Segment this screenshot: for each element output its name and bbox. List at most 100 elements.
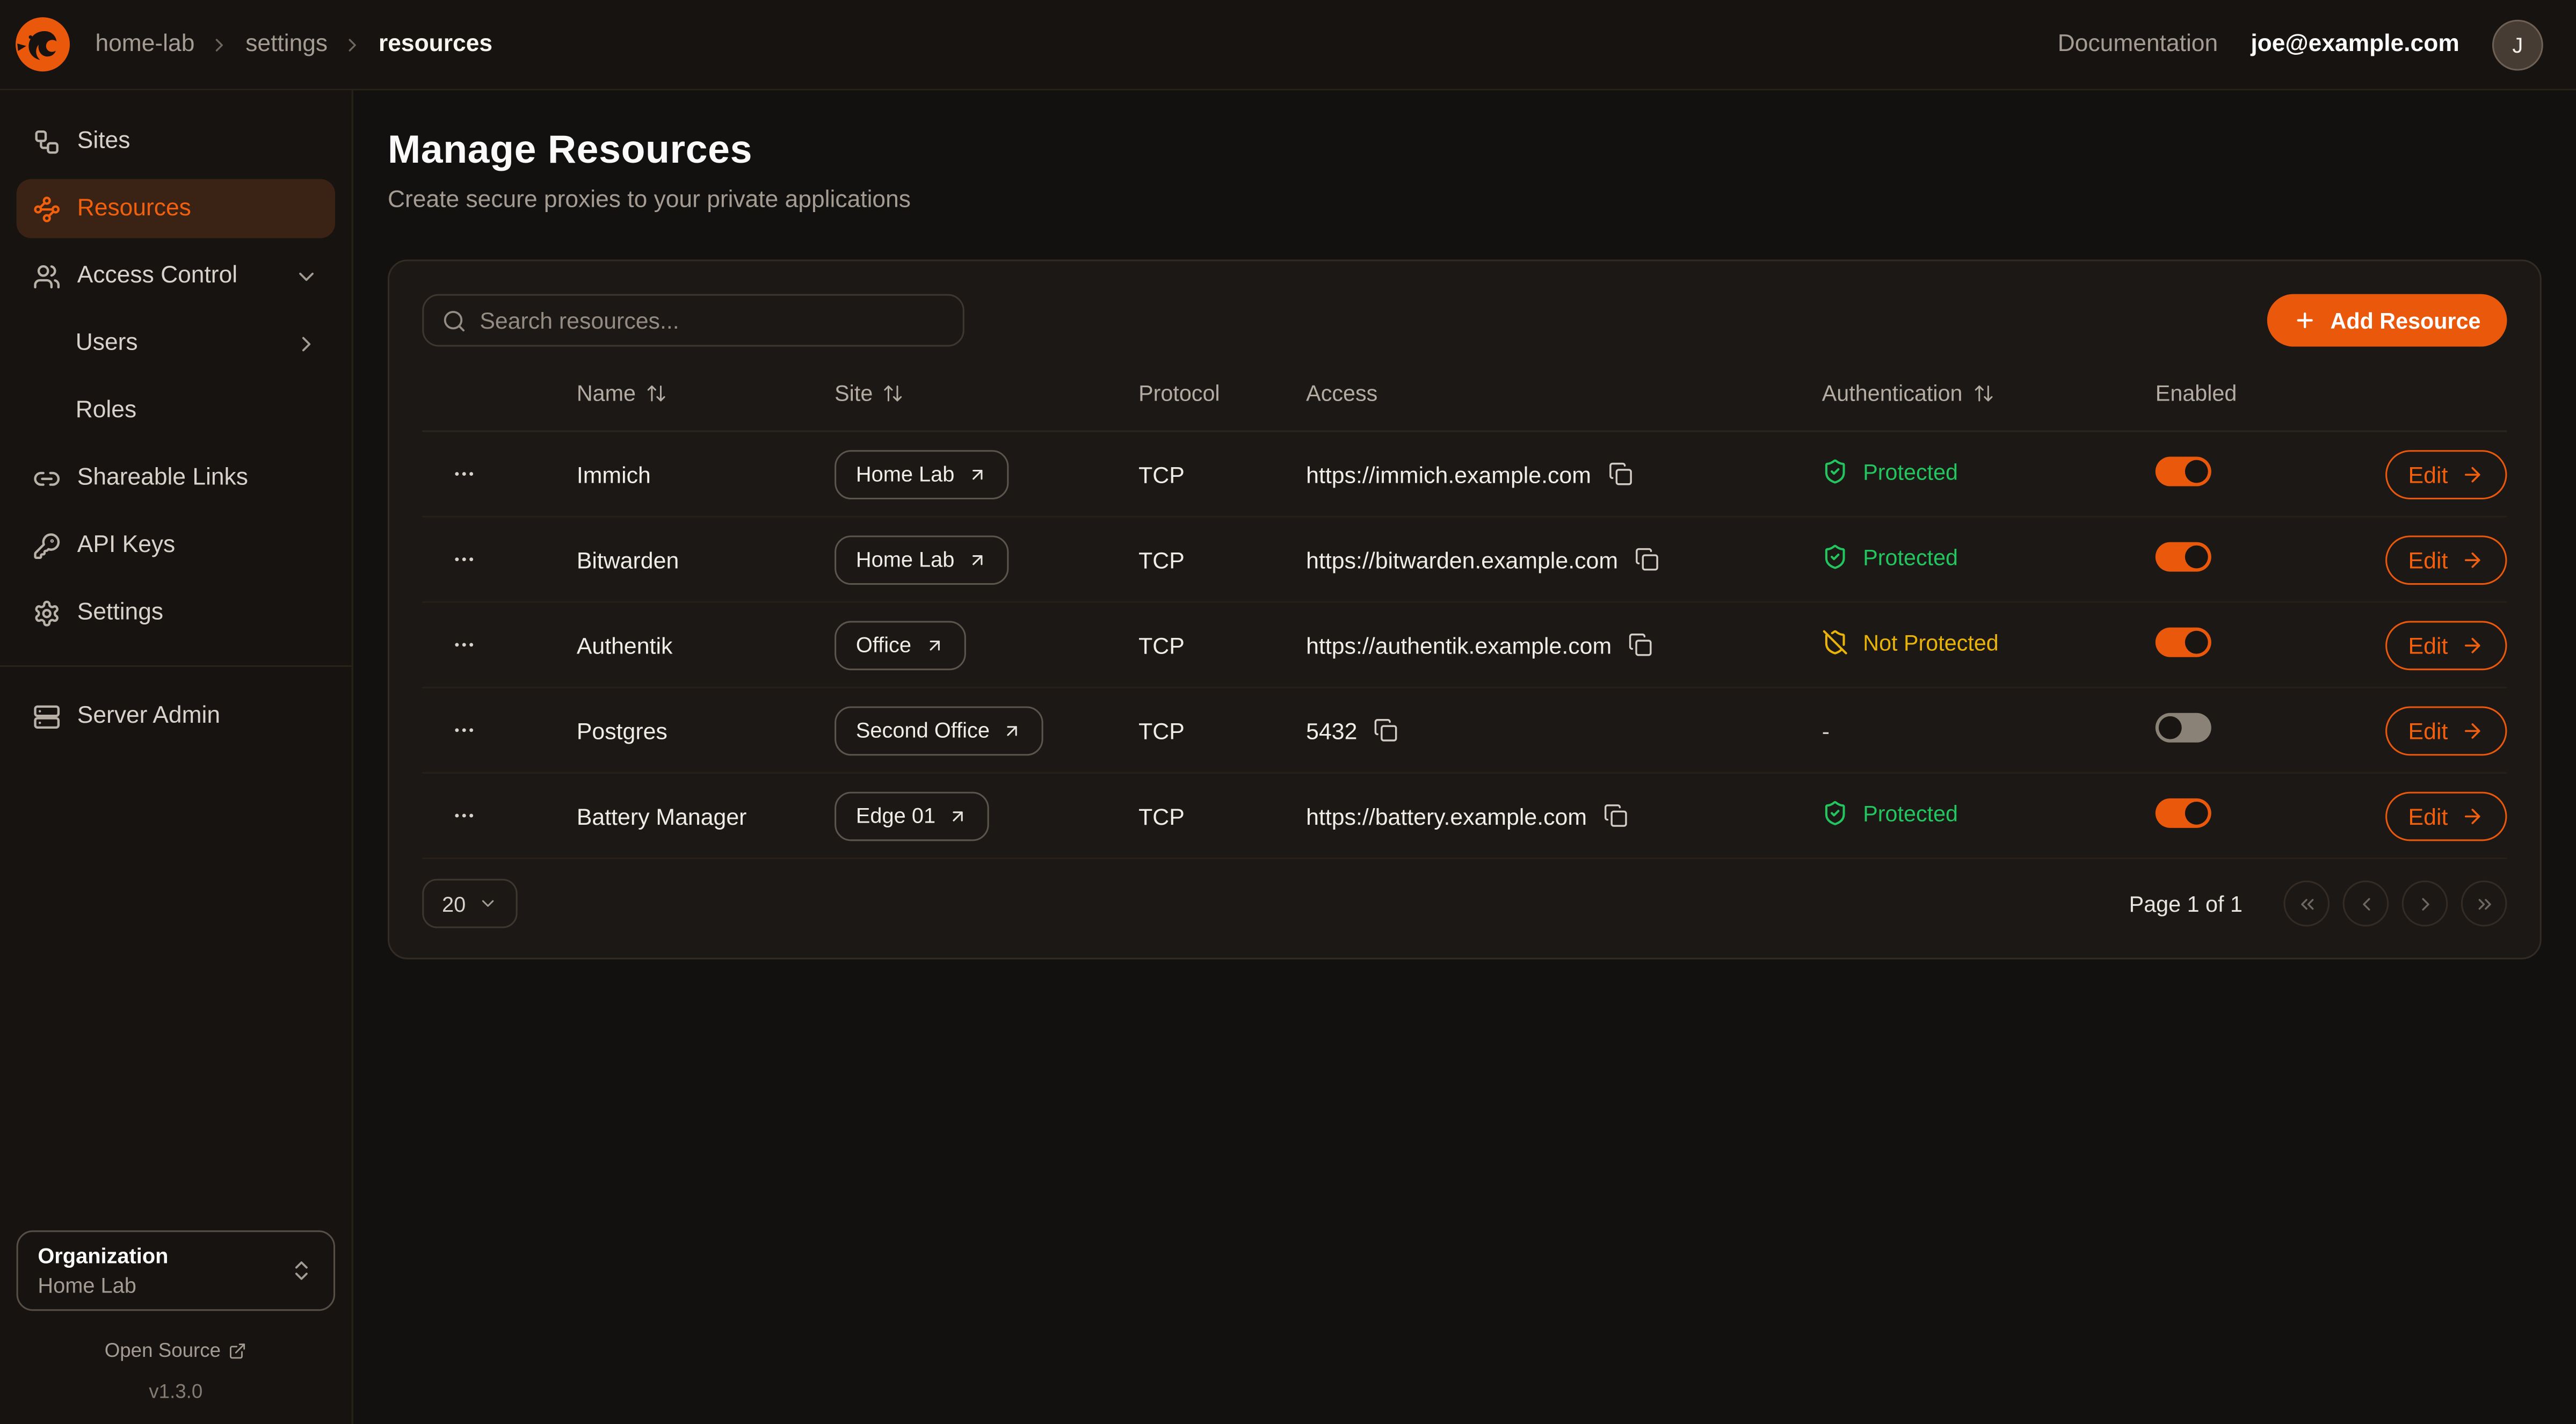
open-source-link[interactable]: Open Source	[105, 1339, 247, 1362]
arrow-up-right-icon	[968, 464, 988, 484]
column-header-access: Access	[1306, 381, 1377, 406]
breadcrumb-settings[interactable]: settings	[245, 31, 328, 57]
sidebar-item-label: API Keys	[77, 532, 175, 558]
column-header-enabled: Enabled	[2156, 380, 2237, 405]
sidebar-item-users[interactable]: Users	[17, 314, 336, 373]
next-page-button[interactable]	[2402, 881, 2448, 927]
edit-button[interactable]: Edit	[2385, 706, 2507, 755]
resource-protocol: TCP	[1138, 461, 1306, 487]
sidebar-divider	[0, 665, 352, 667]
arrow-right-icon	[2461, 718, 2484, 742]
page-subtitle: Create secure proxies to your private ap…	[388, 187, 2542, 214]
copy-access-button[interactable]	[1372, 716, 1400, 744]
column-header-name[interactable]: Name	[577, 380, 667, 405]
shield-check-icon	[1822, 544, 1848, 570]
sort-icon	[645, 382, 667, 403]
first-page-button[interactable]	[2283, 881, 2330, 927]
previous-page-button[interactable]	[2343, 881, 2389, 927]
breadcrumb: home-lab settings resources	[95, 31, 492, 57]
arrow-up-right-icon	[925, 635, 945, 655]
site-link[interactable]: Home Lab	[835, 535, 1008, 584]
chevron-right-icon	[343, 34, 364, 55]
sidebar: Sites Resources Access Control Users Rol…	[0, 90, 353, 1424]
enabled-toggle[interactable]	[2156, 542, 2211, 572]
enabled-toggle[interactable]	[2156, 456, 2211, 486]
user-email[interactable]: joe@example.com	[2251, 31, 2459, 57]
breadcrumb-org[interactable]: home-lab	[95, 31, 194, 57]
ellipsis-icon	[452, 802, 476, 827]
copy-icon	[1628, 633, 1653, 657]
row-menu-button[interactable]	[448, 799, 480, 830]
sidebar-item-sites[interactable]: Sites	[17, 112, 336, 171]
copy-access-button[interactable]	[1627, 631, 1655, 659]
row-menu-button[interactable]	[448, 714, 480, 745]
pagination: 20 Page 1 of 1	[422, 879, 2507, 928]
search-box	[422, 294, 964, 347]
organization-selector[interactable]: Organization Home Lab	[17, 1230, 336, 1311]
last-page-button[interactable]	[2461, 881, 2507, 927]
pangolin-logo-icon[interactable]	[13, 15, 72, 74]
documentation-link[interactable]: Documentation	[2058, 31, 2218, 57]
enabled-toggle[interactable]	[2156, 713, 2211, 743]
chevrons-left-icon	[2296, 893, 2317, 914]
copy-icon	[1603, 803, 1628, 828]
table-header: Name Site Protocol Access Authentication…	[422, 357, 2507, 432]
topbar: home-lab settings resources Documentatio…	[0, 0, 2576, 90]
chevron-right-icon	[209, 34, 231, 55]
chevron-down-icon	[294, 264, 319, 288]
ellipsis-icon	[452, 461, 476, 485]
sidebar-item-api-keys[interactable]: API Keys	[17, 516, 336, 575]
resource-name: Battery Manager	[577, 802, 835, 829]
resource-access-url: https://immich.example.com	[1306, 461, 1591, 487]
chevron-right-icon	[2414, 893, 2436, 914]
sidebar-item-server-admin[interactable]: Server Admin	[17, 687, 336, 746]
sidebar-item-resources[interactable]: Resources	[17, 179, 336, 238]
chevron-right-icon	[294, 331, 319, 355]
arrow-up-right-icon	[1003, 721, 1022, 740]
auth-status-badge: Protected	[1822, 459, 1958, 485]
sidebar-item-roles[interactable]: Roles	[17, 381, 336, 440]
site-link[interactable]: Home Lab	[835, 449, 1008, 499]
resources-card: Add Resource Name Site Protocol Access A…	[388, 259, 2542, 959]
copy-access-button[interactable]	[1602, 802, 1630, 830]
resource-protocol: TCP	[1138, 802, 1306, 829]
sort-icon	[1972, 382, 1994, 403]
sidebar-item-label: Settings	[77, 600, 163, 626]
table-row: Bitwarden Home Lab TCP https://bitwarden…	[422, 518, 2507, 603]
waypoints-icon	[33, 195, 61, 223]
enabled-toggle[interactable]	[2156, 798, 2211, 828]
resource-name: Postgres	[577, 717, 835, 743]
site-link[interactable]: Second Office	[835, 706, 1044, 755]
key-icon	[33, 532, 61, 560]
sidebar-item-label: Users	[76, 330, 138, 357]
arrow-right-icon	[2461, 804, 2484, 827]
row-menu-button[interactable]	[448, 457, 480, 489]
edit-button[interactable]: Edit	[2385, 791, 2507, 840]
copy-access-button[interactable]	[1633, 546, 1661, 573]
enabled-toggle[interactable]	[2156, 628, 2211, 657]
column-header-site[interactable]: Site	[835, 380, 904, 405]
arrow-right-icon	[2461, 633, 2484, 656]
shield-check-icon	[1822, 800, 1848, 826]
gear-icon	[33, 599, 61, 627]
sidebar-item-access-control[interactable]: Access Control	[17, 246, 336, 306]
site-link[interactable]: Edge 01	[835, 791, 990, 840]
sidebar-item-shareable-links[interactable]: Shareable Links	[17, 448, 336, 507]
edit-button[interactable]: Edit	[2385, 620, 2507, 670]
page-size-select[interactable]: 20	[422, 879, 518, 928]
sidebar-item-settings[interactable]: Settings	[17, 583, 336, 642]
add-resource-button[interactable]: Add Resource	[2268, 294, 2507, 347]
edit-button[interactable]: Edit	[2385, 535, 2507, 584]
row-menu-button[interactable]	[448, 628, 480, 659]
avatar-initial: J	[2512, 32, 2523, 57]
users-icon	[33, 262, 61, 290]
row-menu-button[interactable]	[448, 543, 480, 574]
search-input[interactable]	[480, 307, 945, 333]
edit-button[interactable]: Edit	[2385, 449, 2507, 499]
chevrons-right-icon	[2473, 893, 2495, 914]
avatar[interactable]: J	[2492, 19, 2543, 70]
site-link[interactable]: Office	[835, 620, 966, 670]
column-header-authentication[interactable]: Authentication	[1822, 380, 1994, 405]
copy-access-button[interactable]	[1606, 460, 1634, 488]
ellipsis-icon	[452, 717, 476, 742]
